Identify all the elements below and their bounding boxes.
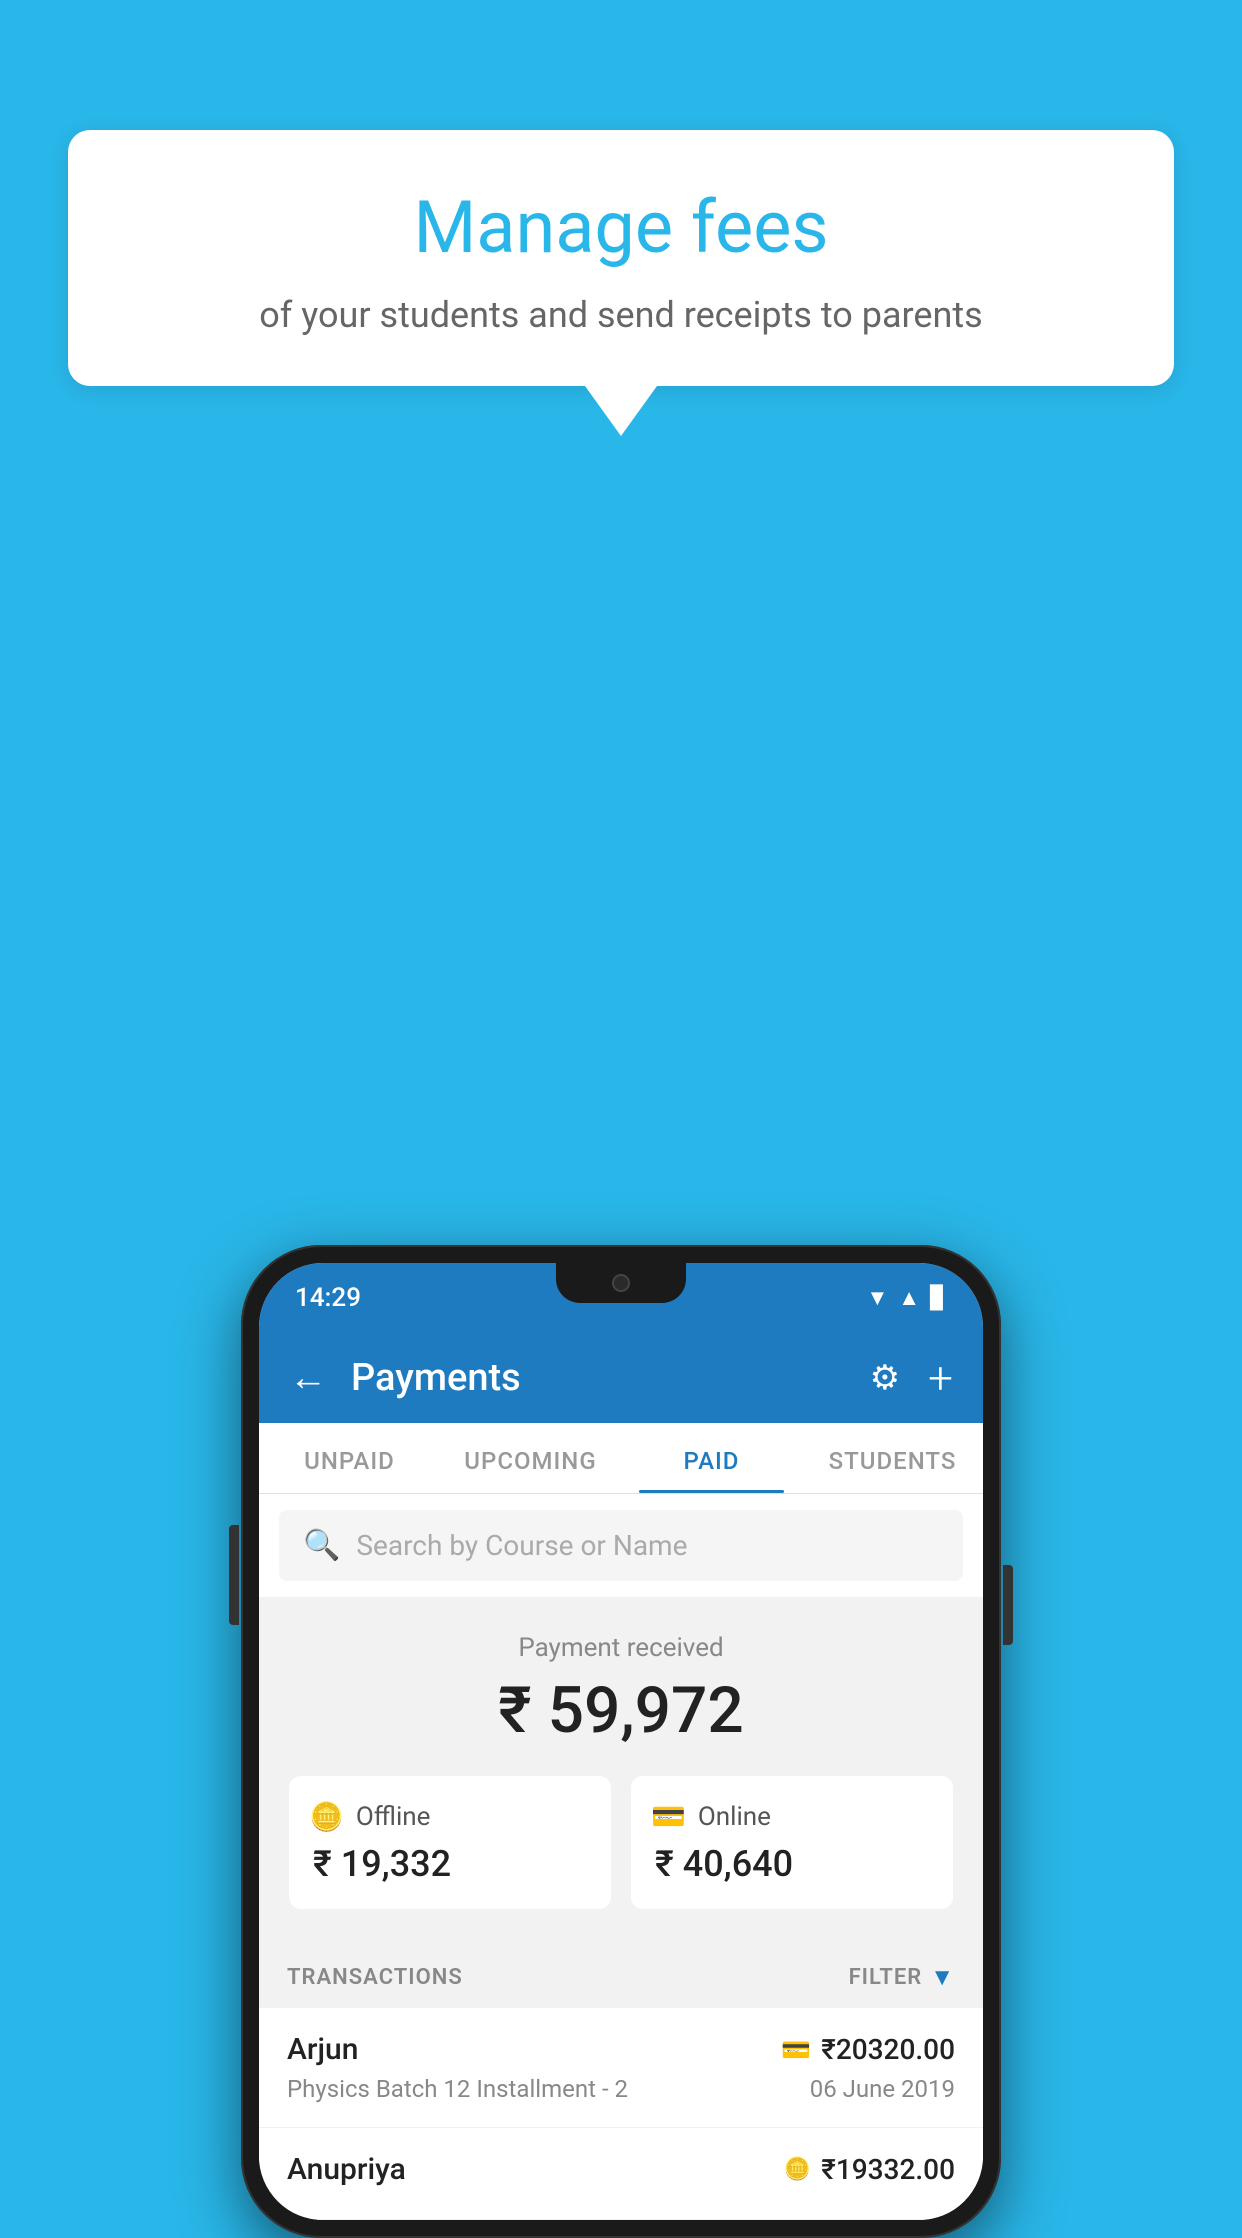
speech-bubble-arrow	[585, 386, 657, 436]
speech-bubble: Manage fees of your students and send re…	[68, 130, 1174, 386]
transaction-amount-wrap: 🪙 ₹19332.00	[784, 2153, 955, 2186]
transaction-item[interactable]: Arjun 💳 ₹20320.00 Physics Batch 12 Insta…	[259, 2008, 983, 2128]
online-label: Online	[698, 1802, 771, 1832]
transaction-row-top: Arjun 💳 ₹20320.00	[287, 2032, 955, 2067]
offline-amount: ₹ 19,332	[309, 1843, 591, 1885]
speech-bubble-title: Manage fees	[128, 185, 1114, 270]
tabs-bar: UNPAID UPCOMING PAID STUDENTS	[259, 1423, 983, 1494]
header-icons: ⚙ +	[870, 1352, 953, 1404]
status-time: 14:29	[295, 1283, 361, 1313]
signal-icon: ▲	[898, 1285, 920, 1311]
phone-outer: 14:29 ▼ ▲ ▊ ← Payments ⚙ +	[241, 1245, 1001, 2238]
payment-summary: Payment received ₹ 59,972 🪙 Offline ₹ 19…	[259, 1597, 983, 1939]
status-bar: 14:29 ▼ ▲ ▊	[259, 1263, 983, 1333]
tab-unpaid[interactable]: UNPAID	[259, 1423, 440, 1493]
transaction-name: Anupriya	[287, 2152, 406, 2187]
tab-paid[interactable]: PAID	[621, 1423, 802, 1493]
online-amount: ₹ 40,640	[651, 1843, 933, 1885]
back-button[interactable]: ←	[289, 1356, 327, 1400]
wifi-icon: ▼	[867, 1285, 889, 1311]
transaction-course: Physics Batch 12 Installment - 2	[287, 2075, 628, 2103]
speech-bubble-wrapper: Manage fees of your students and send re…	[68, 130, 1174, 436]
transaction-list: Arjun 💳 ₹20320.00 Physics Batch 12 Insta…	[259, 2008, 983, 2220]
filter-text: FILTER	[849, 1965, 923, 1990]
status-icons: ▼ ▲ ▊	[867, 1285, 947, 1311]
app-header: ← Payments ⚙ +	[259, 1333, 983, 1423]
transaction-row-top: Anupriya 🪙 ₹19332.00	[287, 2152, 955, 2187]
speech-bubble-subtitle: of your students and send receipts to pa…	[128, 294, 1114, 336]
battery-icon: ▊	[930, 1286, 947, 1311]
transactions-label: TRANSACTIONS	[287, 1965, 463, 1990]
filter-icon: ▼	[930, 1963, 955, 1992]
payment-type-icon: 🪙	[784, 2157, 811, 2182]
transaction-name: Arjun	[287, 2032, 358, 2067]
payment-type-icon: 💳	[781, 2036, 811, 2064]
online-card: 💳 Online ₹ 40,640	[631, 1776, 953, 1909]
tab-upcoming[interactable]: UPCOMING	[440, 1423, 621, 1493]
filter-button[interactable]: FILTER ▼	[849, 1963, 955, 1992]
phone-wrapper: 14:29 ▼ ▲ ▊ ← Payments ⚙ +	[241, 1245, 1001, 2238]
offline-card: 🪙 Offline ₹ 19,332	[289, 1776, 611, 1909]
search-placeholder: Search by Course or Name	[356, 1529, 687, 1562]
camera	[612, 1274, 630, 1292]
transaction-amount-wrap: 💳 ₹20320.00	[781, 2033, 955, 2066]
payment-total-amount: ₹ 59,972	[289, 1673, 953, 1748]
payment-received-label: Payment received	[289, 1633, 953, 1663]
tab-students[interactable]: STUDENTS	[802, 1423, 983, 1493]
payment-cards: 🪙 Offline ₹ 19,332 💳 Online ₹ 40,640	[289, 1776, 953, 1909]
header-title: Payments	[351, 1356, 846, 1400]
transactions-header: TRANSACTIONS FILTER ▼	[259, 1939, 983, 2008]
online-card-top: 💳 Online	[651, 1800, 933, 1833]
notch	[556, 1263, 686, 1303]
online-icon: 💳	[651, 1800, 686, 1833]
offline-label: Offline	[356, 1802, 431, 1832]
transaction-row-bottom: Physics Batch 12 Installment - 2 06 June…	[287, 2075, 955, 2103]
phone-screen: 14:29 ▼ ▲ ▊ ← Payments ⚙ +	[259, 1263, 983, 2220]
offline-card-top: 🪙 Offline	[309, 1800, 591, 1833]
search-icon: 🔍	[303, 1528, 340, 1563]
transaction-item[interactable]: Anupriya 🪙 ₹19332.00	[259, 2128, 983, 2220]
transaction-amount: ₹19332.00	[821, 2153, 955, 2186]
search-container: 🔍 Search by Course or Name	[259, 1494, 983, 1597]
settings-icon[interactable]: ⚙	[870, 1358, 900, 1398]
add-icon[interactable]: +	[928, 1352, 953, 1404]
offline-icon: 🪙	[309, 1800, 344, 1833]
transaction-amount: ₹20320.00	[821, 2033, 955, 2066]
search-bar[interactable]: 🔍 Search by Course or Name	[279, 1510, 963, 1581]
transaction-date: 06 June 2019	[810, 2075, 955, 2103]
